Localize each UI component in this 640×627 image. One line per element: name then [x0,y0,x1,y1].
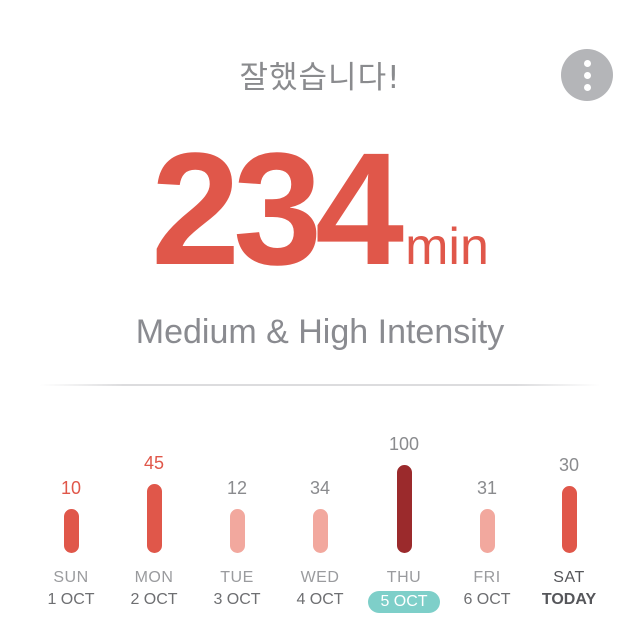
bar-value-label: 30 [558,455,580,475]
bar[interactable] [479,509,495,553]
activity-summary-screen: 잘했습니다! 234 min Medium & High Intensity 10… [0,0,640,627]
day-column-wed[interactable]: 34 WED 4 OCT [275,0,365,627]
bar-value-label: 10 [60,478,82,498]
bar-value-label: 12 [226,478,248,498]
day-column-mon[interactable]: 45 MON 2 OCT [109,0,199,627]
weekly-bar-chart: 10 SUN 1 OCT 45 MON 2 OCT 12 TUE 3 OCT 34 WED 4 OCT… [0,0,640,627]
bar[interactable] [396,465,412,553]
bar[interactable] [312,509,328,553]
day-name-label: WED [300,569,340,586]
bar[interactable] [63,509,79,553]
day-date-label: 6 OCT [463,591,511,608]
day-name-label: MON [134,569,174,586]
day-date-label: TODAY [541,591,597,608]
bar[interactable] [229,509,245,553]
bar-value-label: 34 [309,478,331,498]
day-column-tue[interactable]: 12 TUE 3 OCT [192,0,282,627]
bar-value-label: 45 [143,453,165,473]
day-name-label: SAT [553,569,585,586]
selected-date-text: 5 OCT [368,591,440,613]
bar[interactable] [146,484,162,553]
day-date-label: 1 OCT [47,591,95,608]
day-name-label: TUE [220,569,254,586]
day-date-label: 4 OCT [296,591,344,608]
day-name-label: THU [386,569,422,586]
bar-value-label: 100 [388,434,420,454]
day-column-thu[interactable]: 100 THU 5 OCT [359,0,449,627]
selected-date-badge: 5 OCT [359,591,449,613]
day-column-sun[interactable]: 10 SUN 1 OCT [26,0,116,627]
day-column-sat[interactable]: 30 SAT TODAY [524,0,614,627]
bar-value-label: 31 [476,478,498,498]
day-name-label: FRI [473,569,501,586]
bar[interactable] [561,486,577,553]
day-name-label: SUN [53,569,89,586]
day-column-fri[interactable]: 31 FRI 6 OCT [442,0,532,627]
day-date-label: 3 OCT [213,591,261,608]
day-date-label: 2 OCT [130,591,178,608]
